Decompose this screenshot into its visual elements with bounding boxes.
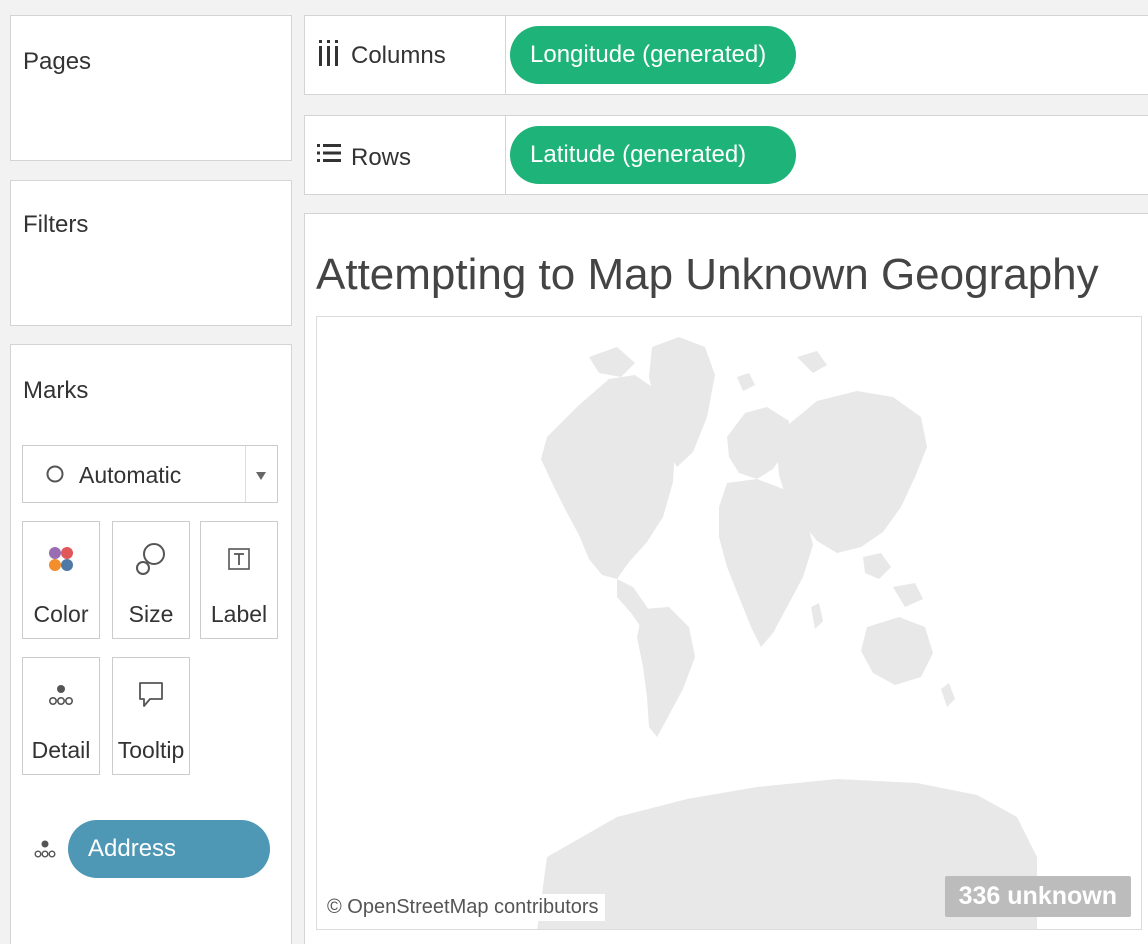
size-button[interactable]: Size xyxy=(112,521,190,639)
columns-label: Columns xyxy=(351,42,446,69)
tooltip-button[interactable]: Tooltip xyxy=(112,657,190,775)
sheet-title: Attempting to Map Unknown Geography xyxy=(316,250,1099,299)
detail-button[interactable]: Detail xyxy=(22,657,100,775)
mark-type-value: Automatic xyxy=(79,462,182,488)
tooltip-icon xyxy=(113,674,189,716)
pages-card[interactable]: Pages xyxy=(10,15,292,161)
detail-small-icon xyxy=(32,836,58,867)
filters-title: Filters xyxy=(23,211,89,238)
circle-mark-icon xyxy=(45,464,65,489)
rows-divider xyxy=(505,116,506,194)
latitude-pill[interactable]: Latitude (generated) xyxy=(510,126,796,184)
rows-shelf: Rows Latitude (generated) xyxy=(304,115,1148,195)
color-button-label: Color xyxy=(33,601,89,627)
columns-icon xyxy=(317,40,341,73)
label-button[interactable]: Label xyxy=(200,521,278,639)
label-button-label: Label xyxy=(210,601,268,627)
address-pill[interactable]: Address xyxy=(68,820,270,878)
map-view[interactable]: © OpenStreetMap contributors 336 unknown xyxy=(316,316,1142,930)
longitude-pill[interactable]: Longitude (generated) xyxy=(510,26,796,84)
chevron-down-icon[interactable] xyxy=(255,468,267,486)
columns-shelf: Columns Longitude (generated) xyxy=(304,15,1148,95)
size-button-label: Size xyxy=(128,601,174,627)
color-button[interactable]: Color xyxy=(22,521,100,639)
mark-type-dropdown[interactable]: Automatic xyxy=(22,445,278,503)
marks-title: Marks xyxy=(23,377,89,404)
detail-icon xyxy=(23,674,99,716)
text-label-icon xyxy=(201,538,277,580)
rows-icon xyxy=(317,142,341,170)
color-icon xyxy=(23,538,99,580)
dropdown-divider xyxy=(245,446,246,502)
filters-card[interactable]: Filters xyxy=(10,180,292,326)
world-map-background xyxy=(537,337,1037,929)
columns-divider xyxy=(505,16,506,94)
size-icon xyxy=(113,538,189,580)
map-attribution: © OpenStreetMap contributors xyxy=(321,894,605,921)
unknown-indicator[interactable]: 336 unknown xyxy=(944,876,1131,917)
tooltip-button-label: Tooltip xyxy=(117,737,185,763)
pages-title: Pages xyxy=(23,48,92,75)
rows-label: Rows xyxy=(351,144,412,171)
detail-button-label: Detail xyxy=(31,737,91,763)
